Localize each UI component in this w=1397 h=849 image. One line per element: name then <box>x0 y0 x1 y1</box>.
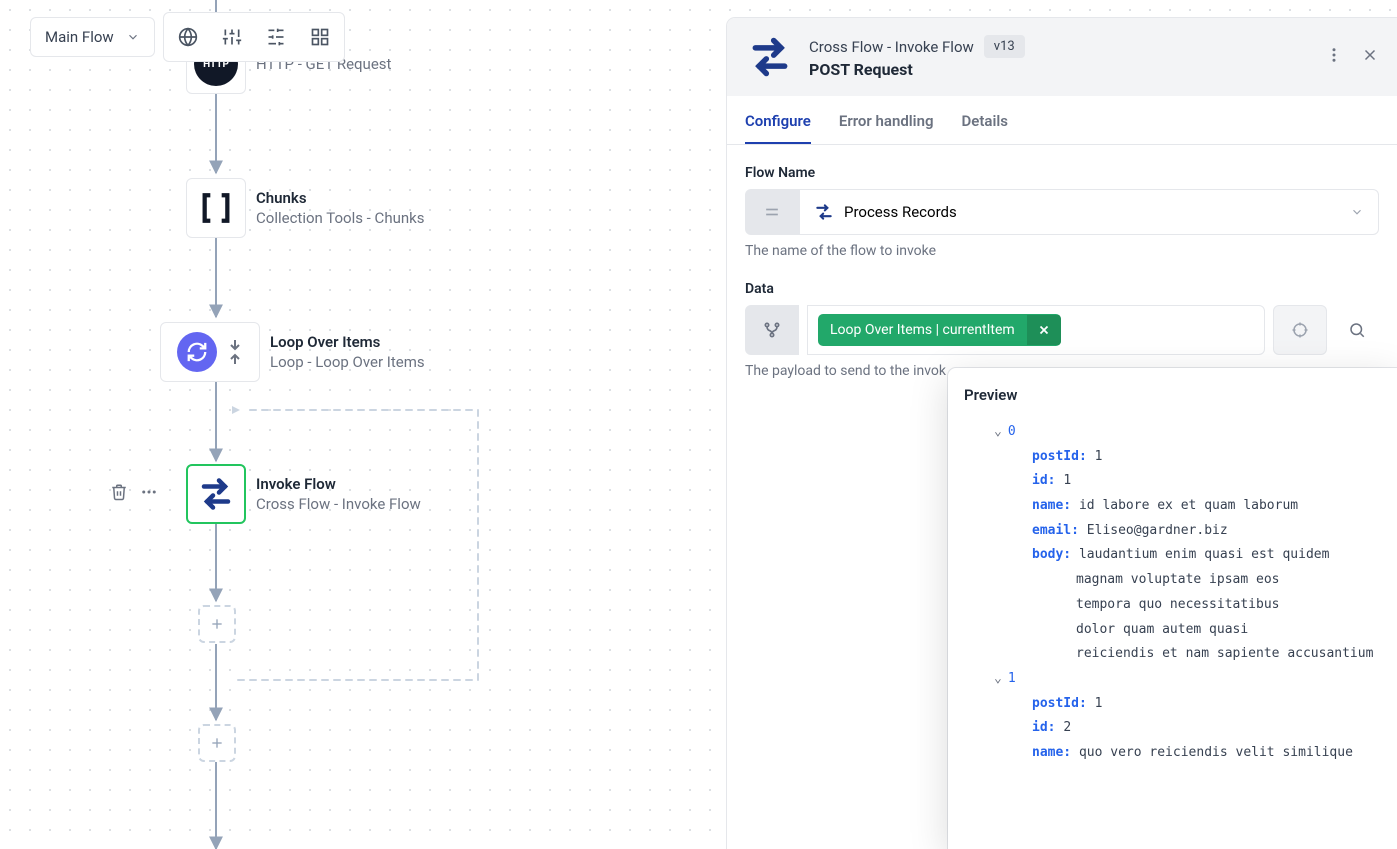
search-icon <box>1348 321 1366 339</box>
crosshair-icon <box>1291 321 1309 339</box>
grid-icon <box>310 27 330 47</box>
node-loop-title: Loop Over Items <box>270 333 425 351</box>
plus-icon <box>209 735 225 751</box>
swap-arrows-icon <box>198 476 234 512</box>
data-target-button[interactable] <box>1273 305 1327 355</box>
flow-name-value: Process Records <box>844 203 957 221</box>
sliders-h-button[interactable] <box>256 17 296 57</box>
version-badge: v13 <box>984 35 1025 58</box>
panel-node-icon <box>745 32 795 82</box>
node-loop[interactable]: Loop Over Items Loop - Loop Over Items <box>160 322 425 382</box>
preview-json[interactable]: ⌄0 postId: 1 id: 1 name: id labore ex et… <box>964 420 1381 840</box>
tab-details[interactable]: Details <box>962 112 1008 144</box>
data-chip-remove[interactable] <box>1027 315 1061 345</box>
close-icon <box>1037 323 1051 337</box>
branch-icon <box>762 320 782 340</box>
flow-selector[interactable]: Main Flow <box>30 17 155 57</box>
trash-icon <box>110 483 128 501</box>
node-action-bar <box>110 483 158 505</box>
globe-button[interactable] <box>168 17 208 57</box>
panel-tabs: Configure Error handling Details <box>727 96 1397 145</box>
add-step-in-loop[interactable] <box>198 605 236 643</box>
brackets-icon <box>199 191 233 225</box>
data-mode-button[interactable] <box>745 305 799 355</box>
chevron-down-icon <box>1350 205 1364 219</box>
panel-header: Cross Flow - Invoke Flow v13 POST Reques… <box>727 18 1397 96</box>
dots-horizontal-icon <box>140 483 158 501</box>
node-chunks-subtitle: Collection Tools - Chunks <box>256 209 424 227</box>
more-node-button[interactable] <box>140 483 158 505</box>
tab-configure[interactable]: Configure <box>745 112 811 144</box>
flow-name-select[interactable]: Process Records <box>799 189 1379 235</box>
flow-name-label: Flow Name <box>745 165 1379 181</box>
node-invoke-subtitle: Cross Flow - Invoke Flow <box>256 495 421 513</box>
equals-icon <box>762 202 782 222</box>
sliders-h-icon <box>266 27 286 47</box>
delete-node-button[interactable] <box>110 483 128 505</box>
globe-icon <box>178 27 198 47</box>
swap-arrows-icon <box>748 35 792 79</box>
chevron-down-icon <box>126 30 140 44</box>
node-chunks-title: Chunks <box>256 189 424 207</box>
top-toolbar: Main Flow <box>30 12 345 62</box>
preview-popover: Preview ⌄0 postId: 1 id: 1 name: id labo… <box>948 368 1397 849</box>
node-loop-subtitle: Loop - Loop Over Items <box>270 353 425 371</box>
data-input[interactable]: Loop Over Items | currentItem <box>807 305 1265 355</box>
compress-icon <box>227 340 243 364</box>
flow-selector-label: Main Flow <box>45 28 114 46</box>
sliders-v-icon <box>222 27 242 47</box>
panel-more-button[interactable] <box>1325 46 1343 68</box>
preview-title: Preview <box>964 386 1381 404</box>
flow-name-mode-button[interactable] <box>745 189 799 235</box>
toolbar-button-group <box>163 12 345 62</box>
caret-collapse-icon[interactable]: ⌄ <box>994 671 1002 686</box>
sliders-v-button[interactable] <box>212 17 252 57</box>
close-icon <box>1361 46 1379 64</box>
field-data: Data Loop Over Items | currentItem <box>745 281 1379 379</box>
data-label: Data <box>745 281 1379 297</box>
node-invoke-flow[interactable]: Invoke Flow Cross Flow - Invoke Flow <box>186 464 421 524</box>
node-invoke-title: Invoke Flow <box>256 475 421 493</box>
caret-collapse-icon[interactable]: ⌄ <box>994 424 1002 439</box>
panel-subtitle: POST Request <box>809 60 1311 79</box>
dots-vertical-icon <box>1325 46 1343 64</box>
grid-button[interactable] <box>300 17 340 57</box>
panel-close-button[interactable] <box>1361 46 1379 68</box>
data-search-button[interactable] <box>1335 305 1379 355</box>
swap-arrows-icon <box>814 202 834 222</box>
plus-icon <box>209 616 225 632</box>
add-step-after-loop[interactable] <box>198 724 236 762</box>
data-chip: Loop Over Items | currentItem <box>818 314 1061 346</box>
flow-name-help: The name of the flow to invoke <box>745 243 1379 259</box>
tab-error-handling[interactable]: Error handling <box>839 112 934 144</box>
loop-circle-icon <box>177 332 217 372</box>
node-chunks[interactable]: Chunks Collection Tools - Chunks <box>186 178 424 238</box>
field-flow-name: Flow Name Process Records The name of th… <box>745 165 1379 259</box>
data-chip-label: Loop Over Items | currentItem <box>818 314 1027 346</box>
panel-title: Cross Flow - Invoke Flow <box>809 38 974 56</box>
